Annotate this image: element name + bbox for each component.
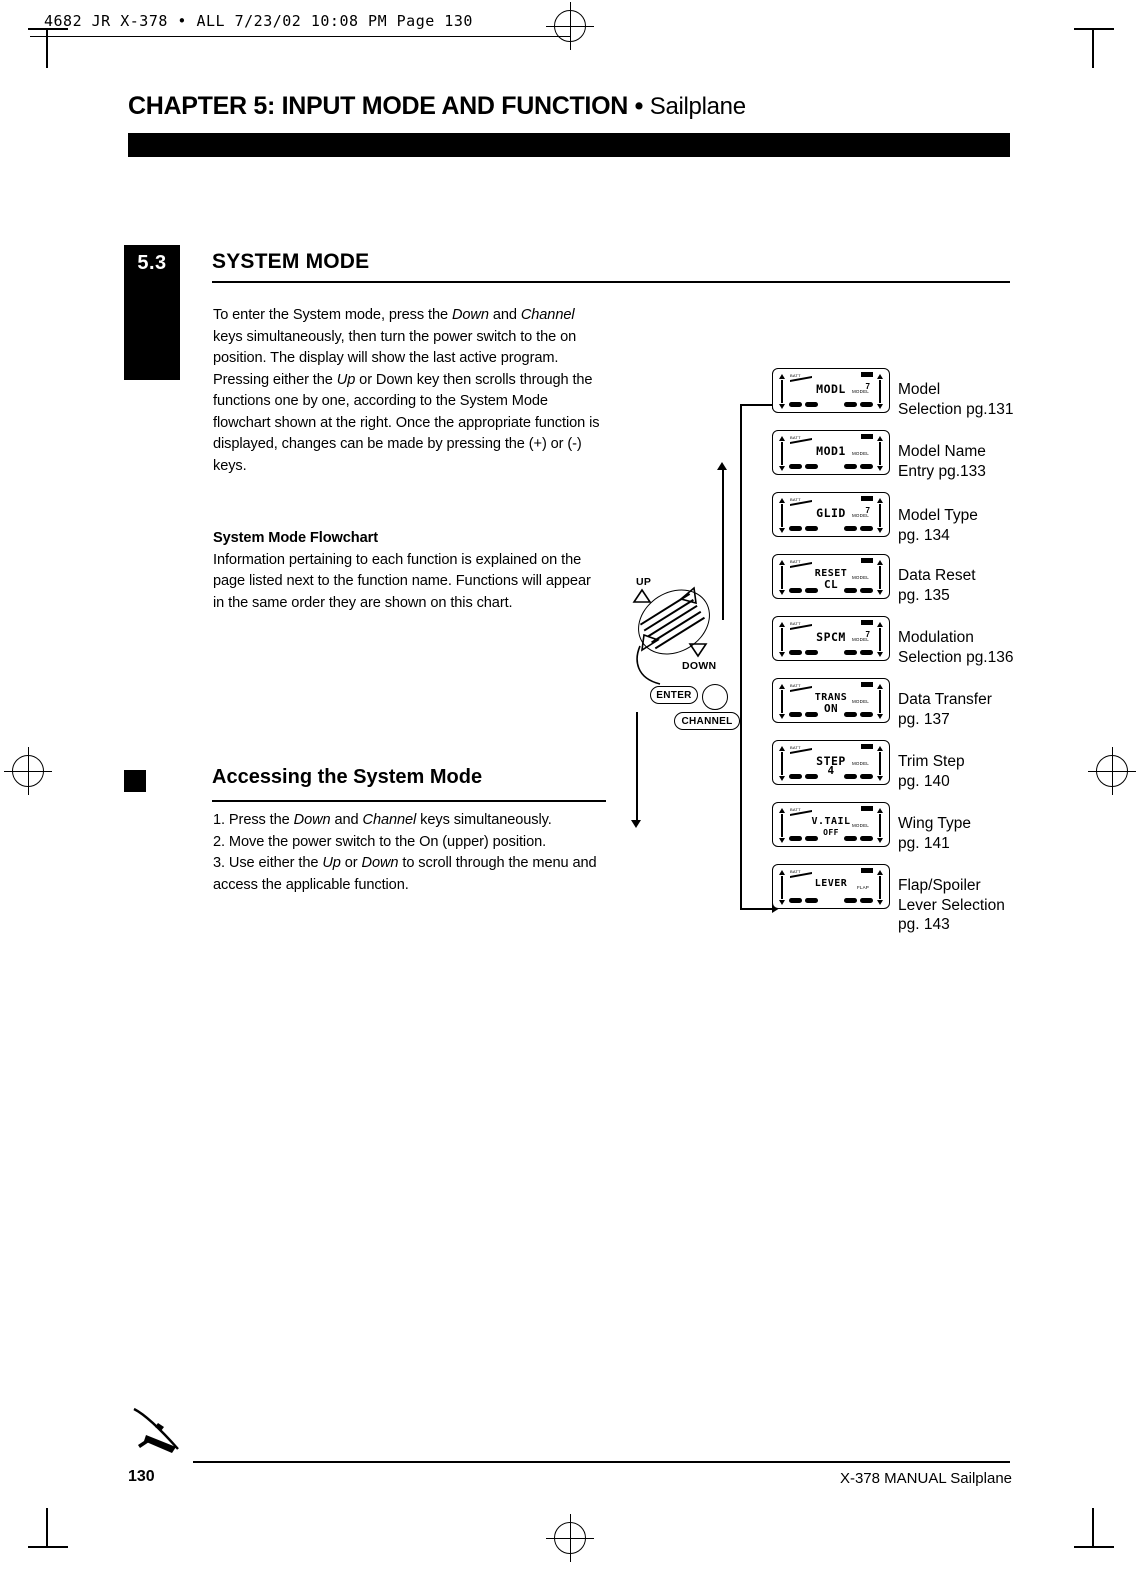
crop-mark-tr-v xyxy=(1092,28,1094,68)
lcd-main-text: SPCM xyxy=(816,630,846,644)
lcd-screen: BATT MODEL V.TAIL OFF xyxy=(772,802,890,847)
crop-mark-bl-h xyxy=(28,1546,68,1548)
registration-mark-bottom xyxy=(546,1514,594,1562)
rocker-arrow-upright-icon xyxy=(679,586,697,605)
lcd-screen: BATT MODEL MOD1 xyxy=(772,430,890,475)
lcd-main-text: MOD1 xyxy=(816,444,846,458)
flowchart-step-label: Model Selection pg.131 xyxy=(898,381,1014,418)
up-triangle-outline-icon xyxy=(632,588,652,603)
print-slug: 4682 JR X-378 • ALL 7/23/02 10:08 PM Pag… xyxy=(44,12,473,30)
flowchart-step-label: Data Transfer pg. 137 xyxy=(898,691,992,728)
lcd-top-right-block xyxy=(861,496,873,501)
lcd-buttons[interactable] xyxy=(789,898,873,904)
lcd-main-text: V.TAIL xyxy=(811,816,851,827)
flowchart-step-label: Wing Type pg. 141 xyxy=(898,815,971,852)
flow-arrow-up xyxy=(717,462,727,470)
glider-icon xyxy=(133,1407,179,1453)
section-intro-paragraph: To enter the System mode, press the Down… xyxy=(213,307,600,474)
lcd-top-right-block xyxy=(861,620,873,625)
accessing-marker xyxy=(124,770,146,792)
page-number: 130 xyxy=(128,1468,155,1485)
enter-button[interactable]: ENTER xyxy=(650,686,698,704)
flow-arrow-down xyxy=(631,820,641,828)
lcd-top-right-block xyxy=(861,868,873,873)
section-rule xyxy=(212,281,1010,283)
flowchart-step-label: Trim Step pg. 140 xyxy=(898,753,965,790)
flowchart-heading: System Mode Flowchart xyxy=(213,530,378,546)
lcd-buttons[interactable] xyxy=(789,464,873,470)
lcd-screen: BATT MODEL 7 MODL xyxy=(772,368,890,413)
up-label: UP xyxy=(636,576,652,588)
flow-vertical-left xyxy=(740,404,742,910)
lcd-buttons[interactable] xyxy=(789,712,873,718)
registration-mark-left xyxy=(4,747,52,795)
lcd-top-right-block xyxy=(861,744,873,749)
flow-up-line xyxy=(722,470,724,620)
registration-mark-right xyxy=(1088,747,1136,795)
accessing-rule xyxy=(212,800,606,802)
footer-rule xyxy=(193,1461,1010,1463)
accessing-title: Accessing the System Mode xyxy=(212,766,483,788)
chapter-sub: Sailplane xyxy=(649,93,746,120)
lcd-buttons[interactable] xyxy=(789,588,873,594)
lcd-screen: BATT MODEL 7 GLID xyxy=(772,492,890,537)
lcd-buttons[interactable] xyxy=(789,402,873,408)
section-number: 5.3 xyxy=(137,252,167,274)
flowchart-step-label: Model Type pg. 134 xyxy=(898,507,978,544)
flow-branch-top xyxy=(740,404,776,406)
lcd-screen: BATT MODEL STEP 4 xyxy=(772,740,890,785)
lcd-top-right-block xyxy=(861,558,873,563)
lcd-top-right-block xyxy=(861,434,873,439)
flowchart-step-label: Data Reset pg. 135 xyxy=(898,567,976,604)
lcd-main-text: LEVER xyxy=(814,878,848,889)
registration-mark-top xyxy=(546,2,594,50)
channel-knob[interactable] xyxy=(702,684,728,710)
lcd-top-right-block xyxy=(861,682,873,687)
slug-rule xyxy=(30,36,570,37)
lcd-buttons[interactable] xyxy=(789,650,873,656)
lcd-screen: BATT FLAP LEVER xyxy=(772,864,890,909)
enter-connector-line xyxy=(636,645,661,685)
lcd-buttons[interactable] xyxy=(789,836,873,842)
accessing-steps: 1. Press the Down and Channel keys simul… xyxy=(213,812,597,893)
lcd-main-text: GLID xyxy=(816,506,846,520)
channel-button[interactable]: CHANNEL xyxy=(674,712,740,730)
flowchart-step-label: Modulation Selection pg.136 xyxy=(898,629,1014,666)
page: 4682 JR X-378 • ALL 7/23/02 10:08 PM Pag… xyxy=(0,0,1140,1575)
crop-mark-bl-v xyxy=(46,1508,48,1548)
chapter-separator: • xyxy=(627,92,650,120)
lcd-buttons[interactable] xyxy=(789,774,873,780)
flow-down-line xyxy=(636,712,638,822)
lcd-main-text: MODL xyxy=(816,382,846,396)
crop-mark-br-v xyxy=(1092,1508,1094,1548)
flow-branch-bottom xyxy=(740,908,776,910)
header-black-bar xyxy=(128,133,1010,157)
section-title: SYSTEM MODE xyxy=(212,250,370,273)
flowchart-step-label: Model Name Entry pg.133 xyxy=(898,443,986,480)
page-title: CHAPTER 5: INPUT MODE AND FUNCTION • Sai… xyxy=(128,92,746,121)
flowchart-paragraph: Information pertaining to each function … xyxy=(213,551,591,611)
lcd-screen: BATT MODEL RESET CL xyxy=(772,554,890,599)
crop-mark-br-h xyxy=(1074,1546,1114,1548)
crop-mark-tr-h xyxy=(1074,28,1114,30)
lcd-buttons[interactable] xyxy=(789,526,873,532)
section-number-badge: 5.3 xyxy=(124,245,180,380)
crop-mark-tl-v xyxy=(46,28,48,68)
footer-manual-text: X-378 MANUAL Sailplane xyxy=(839,1470,1012,1487)
flowchart-description-block: System Mode Flowchart Information pertai… xyxy=(213,528,601,614)
lcd-screen: BATT MODEL 7 SPCM xyxy=(772,616,890,661)
flowchart-step-label: Flap/Spoiler Lever Selection pg. 143 xyxy=(898,877,1005,933)
lcd-screen: BATT MODEL TRANS ON xyxy=(772,678,890,723)
lcd-top-right-block xyxy=(861,372,873,377)
chapter-main: CHAPTER 5: INPUT MODE AND FUNCTION xyxy=(128,92,628,120)
lcd-top-right-block xyxy=(861,806,873,811)
